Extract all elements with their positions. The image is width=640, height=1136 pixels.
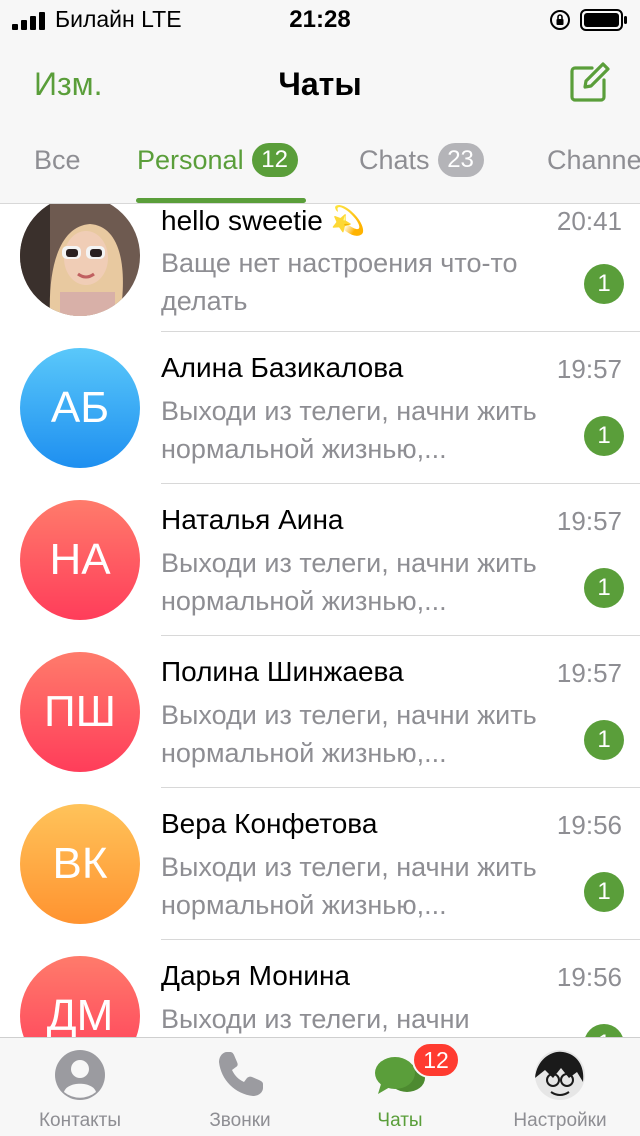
contacts-icon (55, 1050, 105, 1100)
avatar: ВК (20, 804, 140, 924)
navigation-bar: Изм. Чаты (0, 40, 640, 128)
avatar: НА (20, 500, 140, 620)
chat-row[interactable]: ДМ Дарья Монина 19:56 Выходи из телеги, … (0, 940, 640, 1037)
battery-icon (580, 9, 627, 31)
chat-preview: Выходи из телеги, начни (161, 1004, 470, 1034)
unread-badge: 1 (584, 872, 624, 912)
tab-badge: 12 (251, 143, 298, 177)
chat-name: Дарья Монина (161, 960, 350, 991)
chat-row[interactable]: АБ Алина Базикалова 19:57 Выходи из теле… (0, 332, 640, 484)
chat-row[interactable]: ПШ Полина Шинжаева 19:57 Выходи из телег… (0, 636, 640, 788)
tab-badge: 23 (437, 143, 484, 177)
tab-label: Звонки (209, 1110, 271, 1131)
chat-row[interactable]: НА Наталья Аина 19:57 Выходи из телеги, … (0, 484, 640, 636)
bottom-tab-bar: Контакты Звонки 12 Чаты Настройки (0, 1037, 640, 1136)
tab-channels[interactable]: Channe (547, 142, 640, 178)
chat-time: 19:56 (556, 810, 622, 840)
chat-preview: Ваще нет настроения что-то делать (161, 248, 518, 316)
tab-chats-bottom[interactable]: 12 Чаты (320, 1038, 480, 1136)
folder-tabs: Все Personal 12 Chats 23 Channe (0, 128, 640, 204)
status-time: 21:28 (289, 6, 351, 33)
chat-name: Наталья Аина (161, 504, 344, 535)
tab-label: Channe (547, 144, 640, 175)
chat-time: 19:57 (556, 354, 622, 384)
chat-time: 19:57 (556, 658, 622, 688)
tab-calls[interactable]: Звонки (160, 1038, 320, 1136)
chat-time: 20:41 (556, 206, 622, 236)
unread-badge: 1 (584, 568, 624, 608)
chat-time: 19:56 (556, 962, 622, 992)
chat-preview: Выходи из телеги, начни жить нормальной … (161, 700, 537, 768)
dizzy-icon: 💫 (330, 205, 366, 236)
tab-label: Контакты (38, 1110, 122, 1131)
status-bar: Билайн LTE 21:28 (0, 0, 640, 40)
chat-time: 19:57 (556, 506, 622, 536)
chat-preview: Выходи из телеги, начни жить нормальной … (161, 548, 537, 616)
profile-avatar-icon (535, 1050, 585, 1100)
chat-row[interactable]: ВК Вера Конфетова 19:56 Выходи из телеги… (0, 788, 640, 940)
tab-label: Все (34, 144, 81, 175)
chat-name: Полина Шинжаева (161, 656, 404, 687)
tab-contacts[interactable]: Контакты (0, 1038, 160, 1136)
avatar: ДМ (20, 956, 140, 1037)
tab-chats[interactable]: Chats 23 (359, 142, 484, 178)
unread-badge: 1 (584, 1024, 624, 1037)
avatar: АБ (20, 348, 140, 468)
avatar (20, 204, 140, 316)
tab-label: Chats (359, 144, 430, 175)
unread-badge: 1 (584, 416, 624, 456)
active-tab-indicator (136, 198, 306, 203)
compose-icon[interactable] (566, 60, 612, 106)
chat-preview: Выходи из телеги, начни жить нормальной … (161, 396, 537, 464)
rotation-lock-icon (550, 10, 570, 30)
chat-name: hello sweetie 💫 (161, 204, 366, 237)
chat-row[interactable]: hello sweetie 💫 20:41 Ваще нет настроени… (0, 204, 640, 332)
unread-count-badge: 12 (412, 1042, 460, 1078)
chat-list: hello sweetie 💫 20:41 Ваще нет настроени… (0, 204, 640, 1037)
unread-badge: 1 (584, 720, 624, 760)
chat-name-text: hello sweetie (161, 205, 323, 236)
chat-preview: Выходи из телеги, начни жить нормальной … (161, 852, 537, 920)
tab-label: Настройки (513, 1110, 607, 1131)
tab-label: Чаты (377, 1110, 423, 1131)
tab-personal[interactable]: Personal 12 (137, 142, 298, 178)
tab-all[interactable]: Все (34, 142, 81, 178)
chat-name: Вера Конфетова (161, 808, 378, 839)
chat-name: Алина Базикалова (161, 352, 404, 383)
avatar: ПШ (20, 652, 140, 772)
page-title: Чаты (278, 66, 362, 102)
unread-badge: 1 (584, 264, 624, 304)
tab-settings[interactable]: Настройки (480, 1038, 640, 1136)
phone-icon (219, 1052, 263, 1096)
tab-label: Personal (137, 144, 244, 175)
profile-photo-icon (20, 204, 140, 316)
